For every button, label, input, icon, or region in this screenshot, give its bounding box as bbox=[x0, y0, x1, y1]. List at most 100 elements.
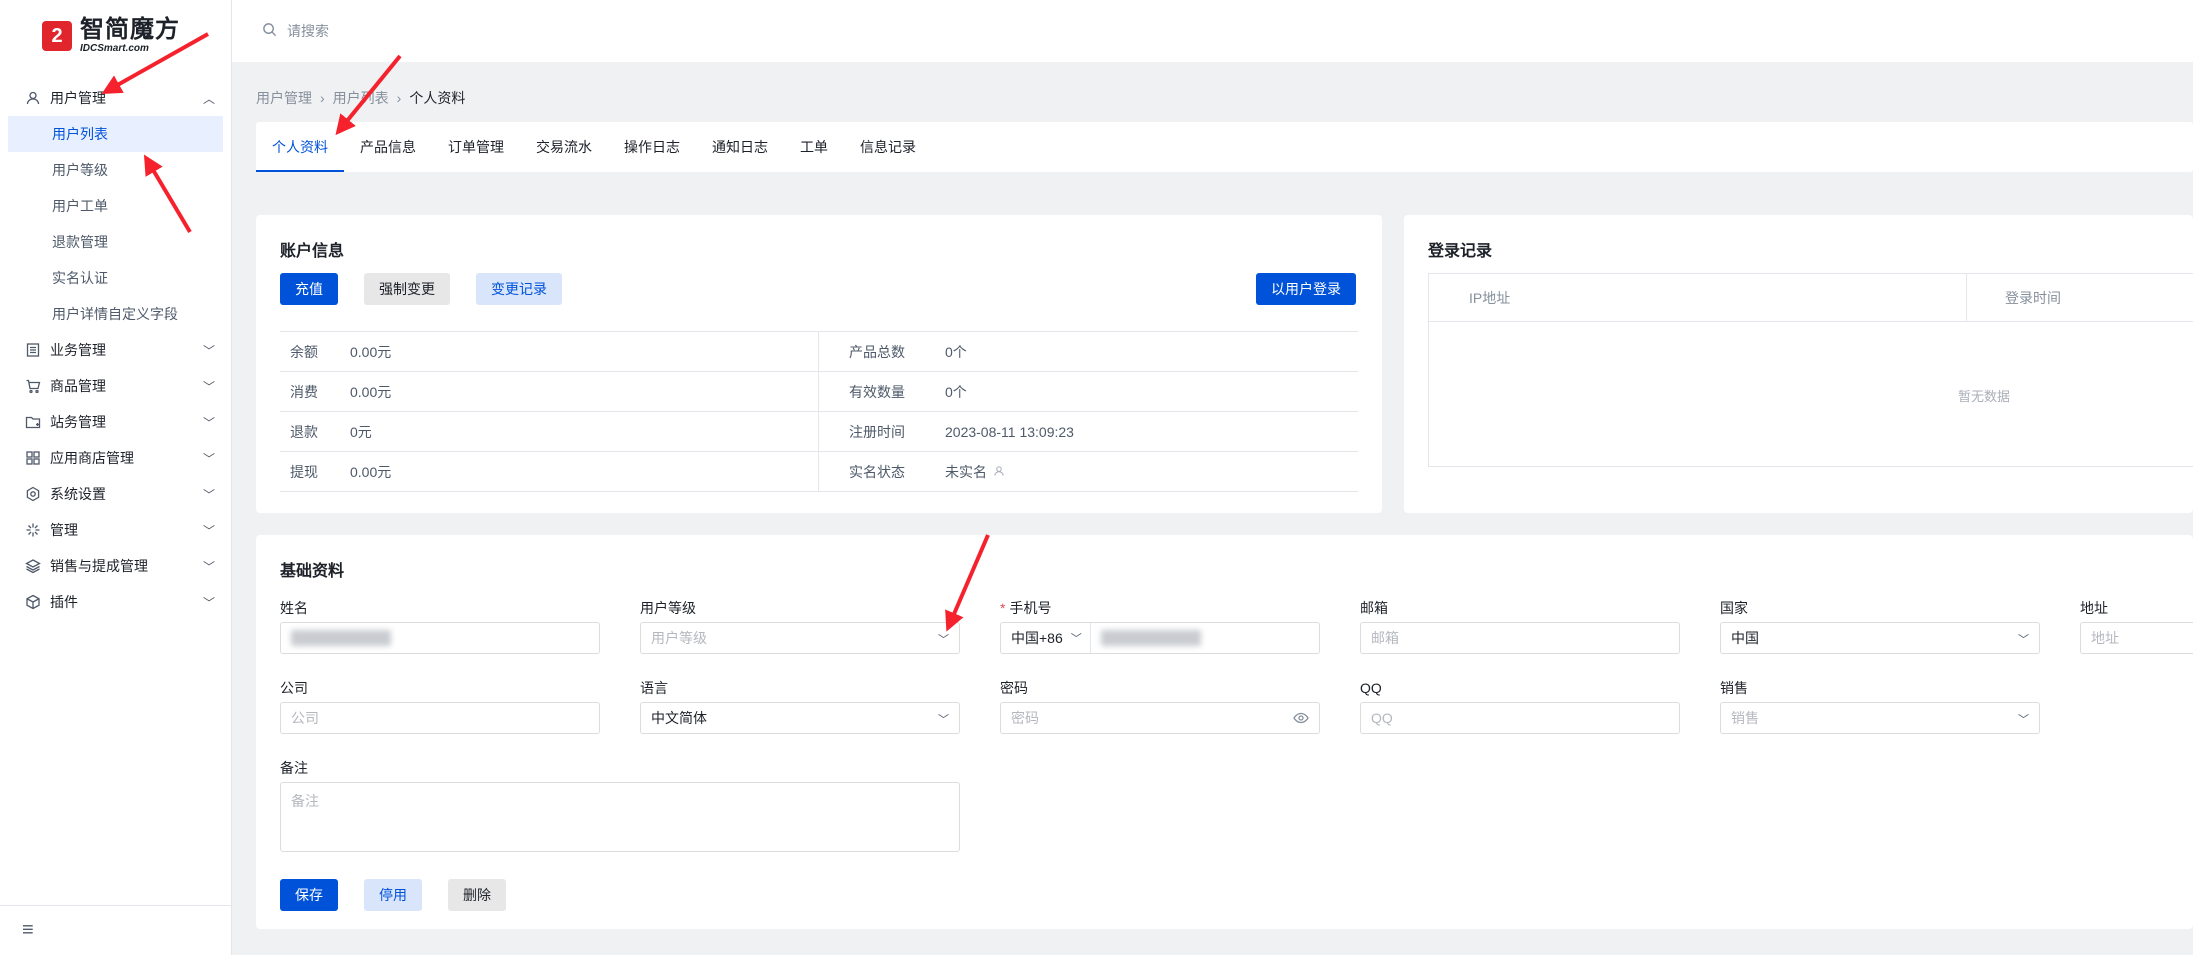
phone-input[interactable]: 中国+86 ﹀ bbox=[1000, 622, 1320, 654]
tab-products[interactable]: 产品信息 bbox=[344, 122, 432, 172]
menu-group-label: 业务管理 bbox=[50, 342, 106, 358]
account-info-card: 账户信息 充值 强制变更 变更记录 以用户登录 余额 0.00元 产品总数 0个 消… bbox=[256, 215, 1382, 513]
menu-group-products[interactable]: 商品管理 ﹀ bbox=[0, 368, 231, 404]
eye-icon[interactable] bbox=[1293, 710, 1309, 729]
chevron-down-icon: ﹀ bbox=[202, 451, 215, 466]
field-label: 国家 bbox=[1720, 600, 1748, 616]
tab-transactions[interactable]: 交易流水 bbox=[520, 122, 608, 172]
name-input[interactable] bbox=[280, 622, 600, 654]
menu-group-plugins[interactable]: 插件 ﹀ bbox=[0, 584, 231, 620]
menu-group-app-store[interactable]: 应用商店管理 ﹀ bbox=[0, 440, 231, 476]
info-key: 实名状态 bbox=[849, 463, 905, 480]
breadcrumb: 用户管理 › 用户列表 › 个人资料 bbox=[256, 88, 465, 108]
info-key: 产品总数 bbox=[849, 343, 905, 360]
menu-group-sales[interactable]: 销售与提成管理 ﹀ bbox=[0, 548, 231, 584]
password-input[interactable]: 密码 bbox=[1000, 702, 1320, 734]
search-input[interactable] bbox=[287, 23, 547, 39]
breadcrumb-current: 个人资料 bbox=[409, 90, 466, 106]
qq-input[interactable]: QQ bbox=[1360, 702, 1680, 734]
note-textarea[interactable]: 备注 bbox=[280, 782, 960, 852]
top-bar bbox=[232, 0, 2193, 62]
login-records-table: IP地址 登录时间 暂无数据 bbox=[1428, 273, 2193, 467]
sparkle-icon bbox=[24, 521, 42, 539]
field-label: 邮箱 bbox=[1360, 600, 1388, 616]
qq-field: QQ QQ bbox=[1360, 678, 1680, 734]
delete-button[interactable]: 删除 bbox=[448, 879, 506, 911]
search-icon bbox=[262, 22, 277, 41]
sidebar-menu: 用户管理 ︿ 用户列表 用户等级 用户工单 退款管理 实名认证 用户详情自定义字… bbox=[0, 80, 231, 620]
phone-prefix-select[interactable]: 中国+86 ﹀ bbox=[1011, 623, 1091, 653]
tab-tickets[interactable]: 工单 bbox=[784, 122, 844, 172]
person-icon bbox=[993, 464, 1005, 480]
menu-icon: ≡ bbox=[22, 919, 34, 941]
info-key: 有效数量 bbox=[849, 383, 905, 400]
field-label: 用户等级 bbox=[640, 600, 696, 616]
recharge-button[interactable]: 充值 bbox=[280, 273, 338, 305]
company-input[interactable]: 公司 bbox=[280, 702, 600, 734]
chevron-down-icon: ﹀ bbox=[202, 379, 215, 394]
sidebar-item-user-list[interactable]: 用户列表 bbox=[8, 116, 223, 152]
menu-group-label: 应用商店管理 bbox=[50, 450, 134, 466]
language-select[interactable]: 中文简体 ﹀ bbox=[640, 702, 960, 734]
basic-info-card: 基础资料 姓名 用户等级 用户等级 ﹀ * 手机号 中国+86 ﹀ 邮箱 邮箱 国家 … bbox=[256, 535, 2193, 929]
disable-button[interactable]: 停用 bbox=[364, 879, 422, 911]
sidebar-item-custom-fields[interactable]: 用户详情自定义字段 bbox=[8, 296, 223, 332]
chevron-down-icon: ﹀ bbox=[2018, 634, 2029, 646]
menu-group-settings[interactable]: 系统设置 ﹀ bbox=[0, 476, 231, 512]
collapse-sidebar-button[interactable]: ≡ bbox=[0, 905, 231, 955]
info-value: 0元 bbox=[350, 423, 372, 440]
info-value: 0.00元 bbox=[350, 383, 392, 400]
sidebar-item-refund[interactable]: 退款管理 bbox=[8, 224, 223, 260]
breadcrumb-item[interactable]: 用户管理 bbox=[256, 88, 312, 108]
user-icon bbox=[24, 89, 42, 107]
change-log-button[interactable]: 变更记录 bbox=[476, 273, 562, 305]
chevron-down-icon: ﹀ bbox=[202, 595, 215, 610]
save-button[interactable]: 保存 bbox=[280, 879, 338, 911]
search-box[interactable] bbox=[262, 18, 562, 44]
placeholder: 密码 bbox=[1011, 710, 1039, 726]
sidebar-item-user-ticket[interactable]: 用户工单 bbox=[8, 188, 223, 224]
country-field: 国家 中国 ﹀ bbox=[1720, 598, 2040, 654]
placeholder: 邮箱 bbox=[1371, 630, 1399, 646]
chevron-down-icon: ﹀ bbox=[202, 415, 215, 430]
placeholder: 用户等级 bbox=[651, 630, 707, 646]
breadcrumb-item[interactable]: 用户列表 bbox=[333, 88, 389, 108]
info-key: 退款 bbox=[290, 423, 318, 440]
address-field: 地址 地址 bbox=[2080, 598, 2193, 654]
chevron-down-icon: ﹀ bbox=[1070, 633, 1082, 645]
chevron-down-icon: ﹀ bbox=[202, 487, 215, 502]
sales-select[interactable]: 销售 ﹀ bbox=[1720, 702, 2040, 734]
redacted-value bbox=[1100, 630, 1201, 646]
level-field: 用户等级 用户等级 ﹀ bbox=[640, 598, 960, 654]
menu-group-label: 站务管理 bbox=[50, 414, 106, 430]
login-as-user-button[interactable]: 以用户登录 bbox=[1256, 273, 1356, 305]
placeholder: 销售 bbox=[1731, 710, 1759, 726]
note-field: 备注 备注 bbox=[280, 758, 960, 852]
placeholder: 地址 bbox=[2091, 630, 2119, 646]
email-input[interactable]: 邮箱 bbox=[1360, 622, 1680, 654]
menu-group-manage[interactable]: 管理 ﹀ bbox=[0, 512, 231, 548]
force-change-button[interactable]: 强制变更 bbox=[364, 273, 450, 305]
logo[interactable]: 2 智简魔方 IDCSmart.com bbox=[42, 14, 180, 58]
tab-info-records[interactable]: 信息记录 bbox=[844, 122, 932, 172]
chevron-down-icon: ﹀ bbox=[202, 559, 215, 574]
tab-operation-log[interactable]: 操作日志 bbox=[608, 122, 696, 172]
tab-profile[interactable]: 个人资料 bbox=[256, 122, 344, 172]
info-key: 消费 bbox=[290, 383, 318, 400]
address-input[interactable]: 地址 bbox=[2080, 622, 2193, 654]
menu-group-business[interactable]: 业务管理 ﹀ bbox=[0, 332, 231, 368]
menu-group-site[interactable]: 站务管理 ﹀ bbox=[0, 404, 231, 440]
sidebar-item-realname[interactable]: 实名认证 bbox=[8, 260, 223, 296]
menu-group-users[interactable]: 用户管理 ︿ bbox=[0, 80, 231, 116]
country-select[interactable]: 中国 ﹀ bbox=[1720, 622, 2040, 654]
breadcrumb-separator-icon: › bbox=[320, 90, 325, 106]
sidebar-item-user-level[interactable]: 用户等级 bbox=[8, 152, 223, 188]
field-label: 语言 bbox=[640, 680, 668, 696]
level-select[interactable]: 用户等级 ﹀ bbox=[640, 622, 960, 654]
cube-icon bbox=[24, 593, 42, 611]
settings-icon bbox=[24, 485, 42, 503]
field-label-text: 手机号 bbox=[1009, 600, 1052, 616]
tab-orders[interactable]: 订单管理 bbox=[432, 122, 520, 172]
tab-notification-log[interactable]: 通知日志 bbox=[696, 122, 784, 172]
sidebar: 2 智简魔方 IDCSmart.com 用户管理 ︿ 用户列表 用户等级 用户工… bbox=[0, 0, 232, 955]
